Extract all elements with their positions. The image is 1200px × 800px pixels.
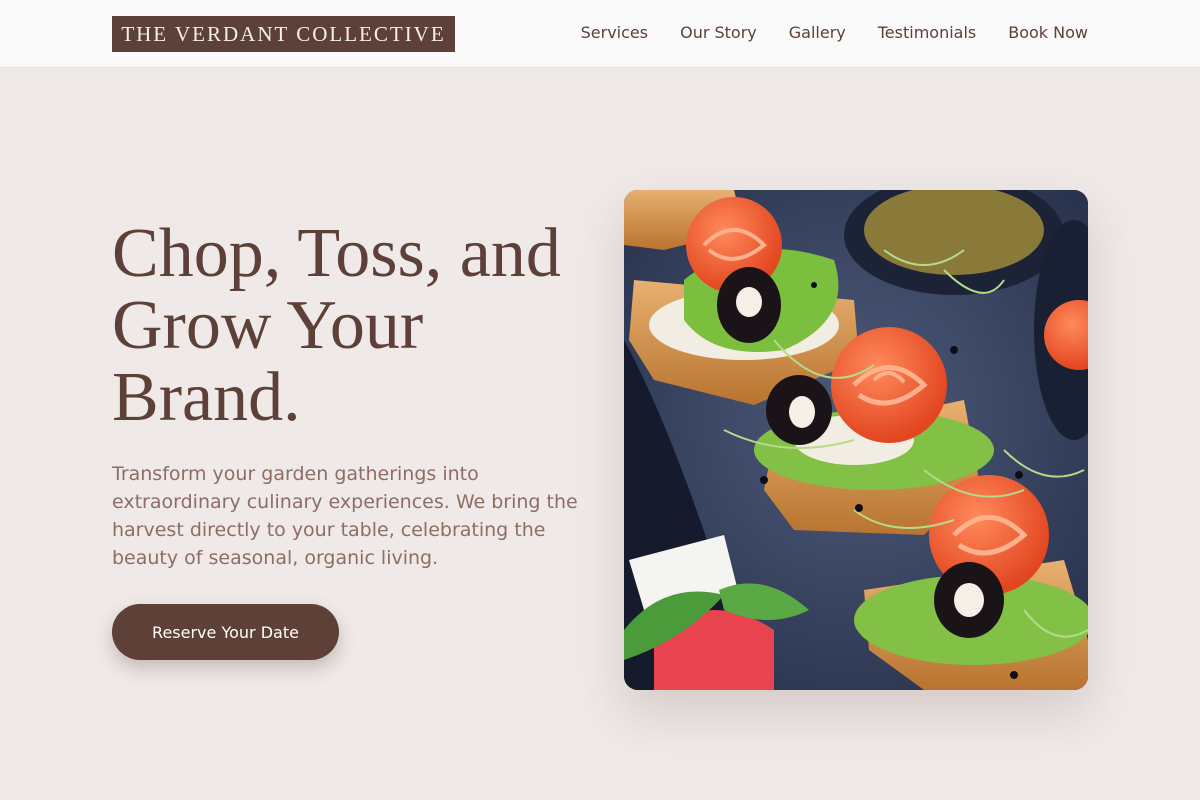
site-header: THE VERDANT COLLECTIVE Services Our Stor… — [0, 0, 1200, 68]
nav-link-our-story[interactable]: Our Story — [680, 22, 757, 44]
canape-illustration — [624, 190, 1088, 690]
reserve-date-button[interactable]: Reserve Your Date — [112, 604, 339, 660]
nav-link-testimonials[interactable]: Testimonials — [878, 22, 977, 44]
nav-link-gallery[interactable]: Gallery — [789, 22, 846, 44]
hero-title: Chop, Toss, and Grow Your Brand. — [112, 215, 561, 436]
hero-image — [624, 190, 1088, 690]
hero-description: Transform your garden gatherings into ex… — [112, 463, 578, 569]
site-logo[interactable]: THE VERDANT COLLECTIVE — [112, 16, 455, 52]
main-nav: Services Our Story Gallery Testimonials … — [581, 22, 1088, 44]
nav-link-book-now[interactable]: Book Now — [1008, 22, 1088, 44]
nav-link-services[interactable]: Services — [581, 22, 648, 44]
